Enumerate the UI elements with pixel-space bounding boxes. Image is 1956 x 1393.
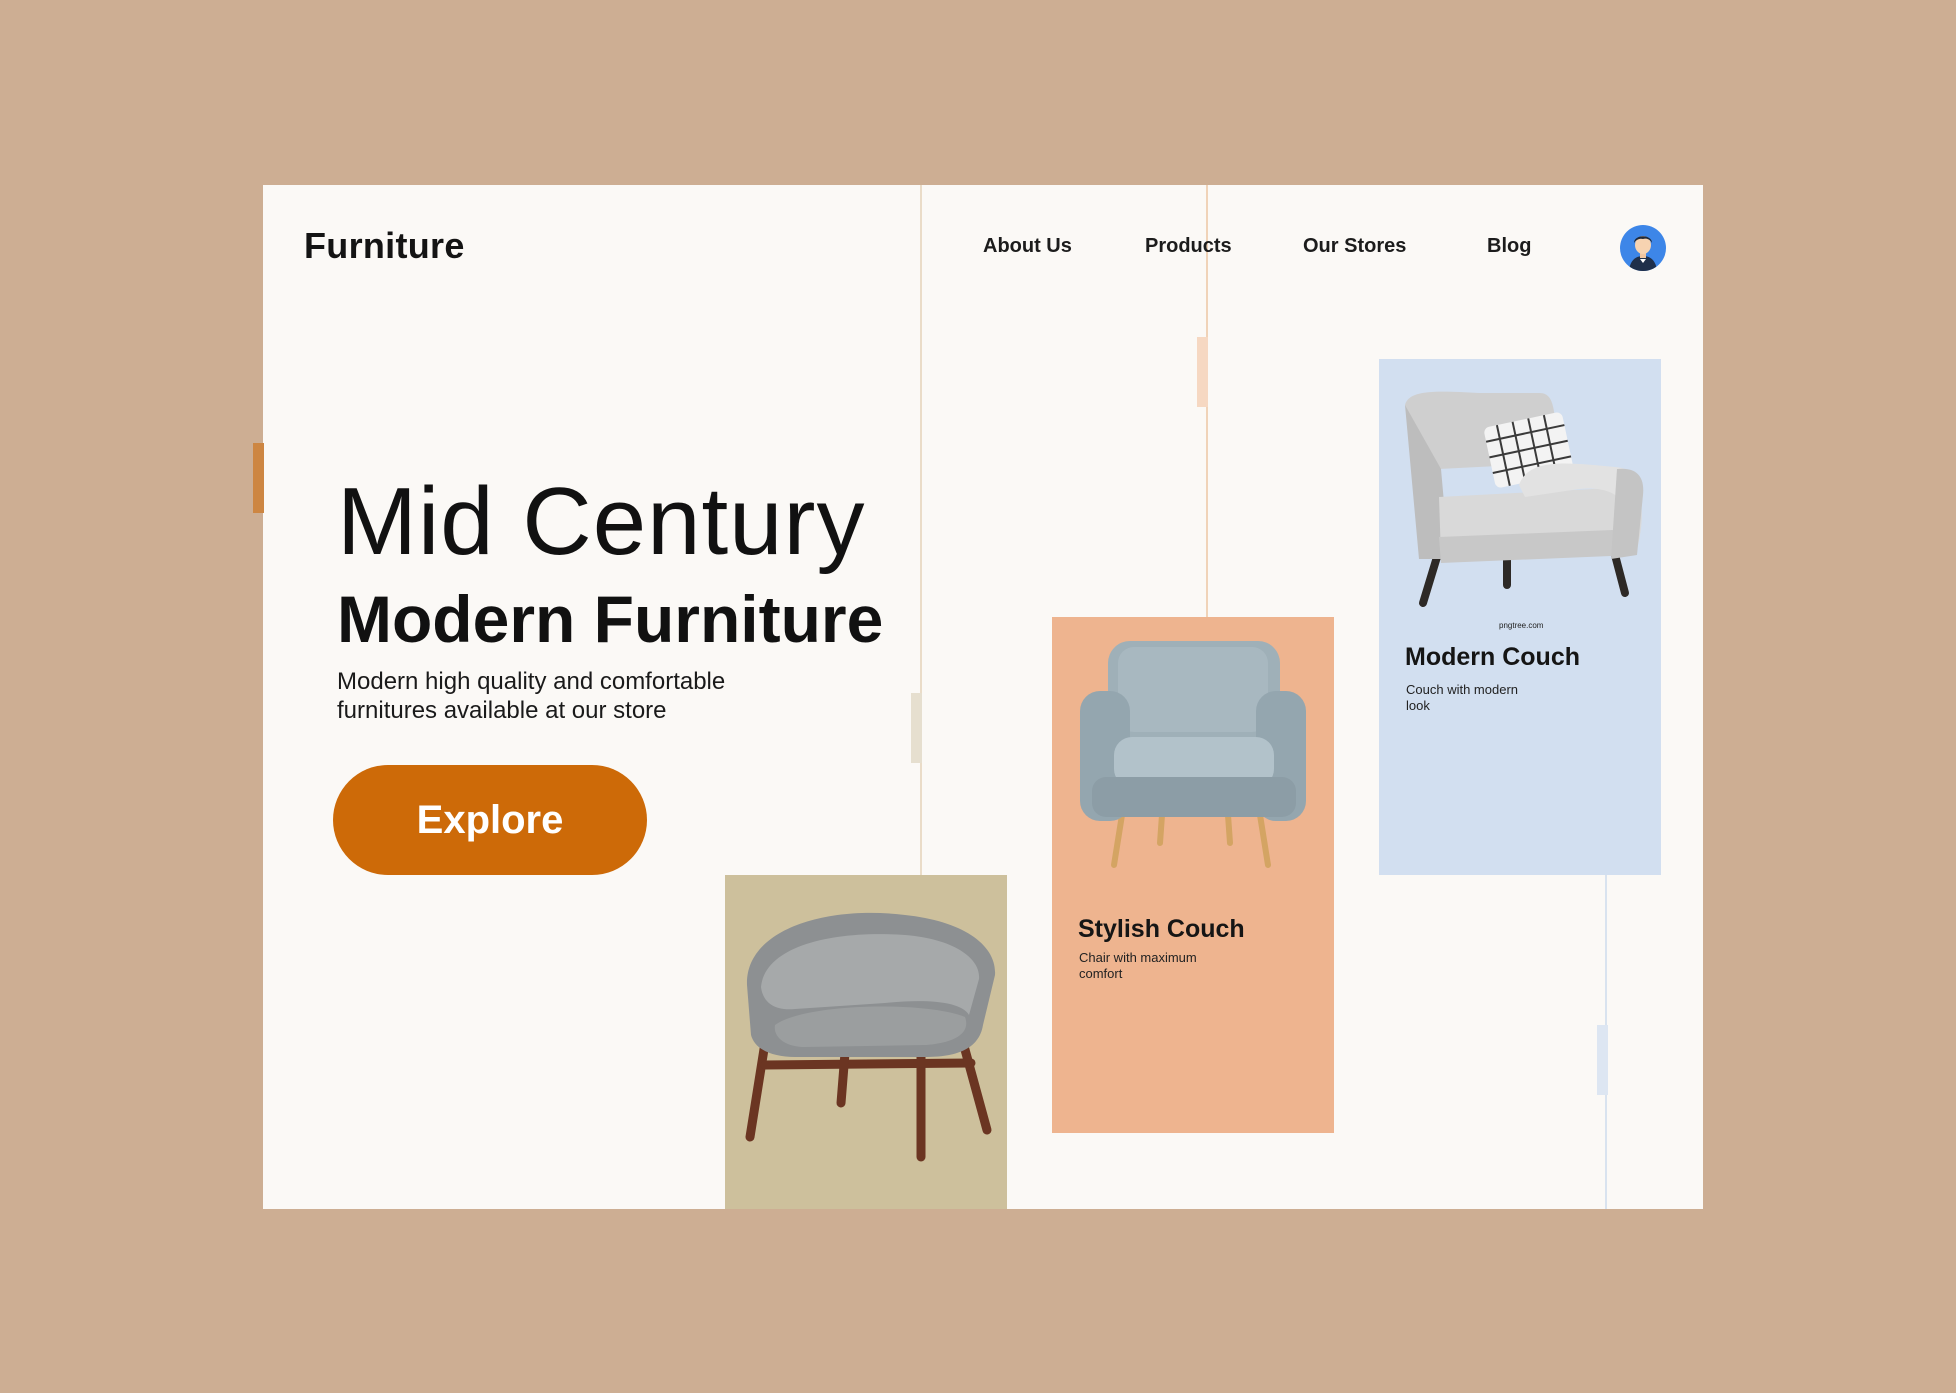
explore-button[interactable]: Explore (333, 765, 647, 875)
product-card-bucket-chair[interactable] (725, 875, 1007, 1209)
brand-logo[interactable]: Furniture (304, 225, 465, 267)
nav-products[interactable]: Products (1145, 235, 1232, 258)
decor-accent-beige (911, 693, 922, 763)
image-watermark: pngtree.com (1499, 621, 1544, 630)
stylish-couch-description: Chair with maximum comfort (1079, 950, 1197, 981)
modern-couch-description: Couch with modern look (1406, 682, 1518, 713)
product-card-stylish-couch[interactable]: Stylish Couch Chair with maximum comfort (1052, 617, 1334, 1133)
nav-blog[interactable]: Blog (1487, 235, 1531, 258)
user-avatar-icon[interactable] (1620, 225, 1666, 271)
decor-accent-peach (1197, 337, 1208, 407)
hero-subtitle-heading: Modern Furniture (337, 582, 884, 656)
modern-couch-image (1405, 391, 1644, 607)
decor-line-left (920, 185, 922, 875)
hero-title: Mid Century (337, 468, 866, 575)
nav-about-us[interactable]: About Us (983, 235, 1072, 258)
landing-page: Furniture About Us Products Our Stores B… (263, 185, 1703, 1209)
product-card-modern-couch[interactable]: pngtree.com Modern Couch Couch with mode… (1379, 359, 1661, 875)
hero-description: Modern high quality and comfortable furn… (337, 668, 726, 724)
modern-couch-title: Modern Couch (1405, 643, 1580, 671)
stylish-couch-image (1080, 641, 1306, 868)
stylish-couch-title: Stylish Couch (1078, 915, 1245, 943)
bucket-chair-image (745, 912, 996, 1162)
decor-accent-blue (1597, 1025, 1608, 1095)
decor-accent-orange (253, 443, 264, 513)
nav-our-stores[interactable]: Our Stores (1303, 235, 1406, 258)
